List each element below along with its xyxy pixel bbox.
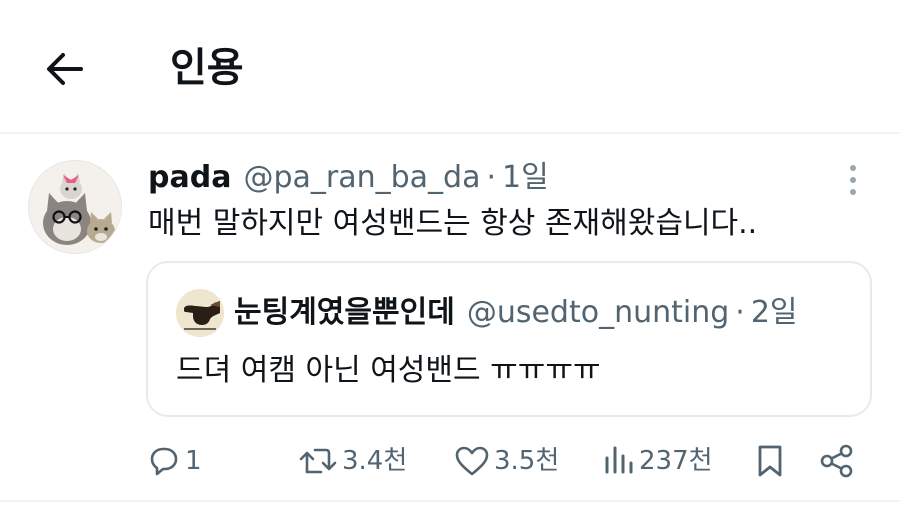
retweet-count: 3.4천 — [342, 446, 408, 476]
bookmark-icon — [758, 445, 782, 477]
bookmark-button[interactable] — [755, 436, 785, 486]
quoted-meta-separator: · — [735, 295, 745, 330]
author-handle[interactable]: @pa_ran_ba_da — [243, 158, 480, 198]
cat-avatar-icon — [29, 161, 121, 253]
tweet-text: 매번 말하지만 여성밴드는 항상 존재해왔습니다.. — [148, 206, 758, 241]
reply-button[interactable]: 1 — [147, 436, 202, 486]
quoted-author-display-name: 눈팅계였을뿐인데 — [234, 295, 455, 330]
meta-separator: · — [486, 160, 496, 195]
bottom-divider — [0, 500, 900, 502]
reply-count: 1 — [185, 446, 202, 476]
tweet-header: pada @pa_ran_ba_da · 1일 — [148, 158, 549, 198]
header-divider — [0, 132, 900, 134]
views-count: 237천 — [639, 446, 713, 476]
heart-icon — [455, 446, 489, 476]
user-avatar[interactable] — [28, 160, 122, 254]
share-button[interactable] — [819, 436, 855, 486]
top-bar: 인용 — [0, 0, 900, 133]
back-button[interactable] — [40, 44, 90, 94]
views-chart-icon — [605, 446, 633, 474]
more-vertical-icon-dot — [850, 189, 856, 195]
retweet-button[interactable]: 3.4천 — [298, 436, 407, 486]
like-button[interactable]: 3.5천 — [454, 436, 559, 486]
views-button[interactable]: 237천 — [603, 436, 713, 486]
quoted-tweet-text: 드뎌 여캠 아닌 여성밴드 ㅠㅠㅠㅠ — [176, 353, 601, 388]
share-icon — [820, 444, 853, 478]
pipe-painting-avatar-icon — [176, 289, 224, 337]
quoted-tweet-card[interactable]: 눈팅계였을뿐인데 @usedto_nunting · 2일 드뎌 여캠 아닌 여… — [146, 261, 872, 417]
quoted-tweet-timestamp: 2일 — [750, 295, 798, 330]
quoted-tweet-header: 눈팅계였을뿐인데 @usedto_nunting · 2일 — [234, 291, 798, 335]
like-count: 3.5천 — [494, 446, 560, 476]
quoted-author-handle: @usedto_nunting — [466, 295, 730, 330]
arrow-left-icon — [47, 53, 83, 85]
page-title: 인용 — [170, 45, 244, 91]
more-vertical-icon — [850, 165, 856, 171]
quoted-author-avatar[interactable] — [176, 289, 224, 337]
retweet-icon — [299, 448, 337, 474]
reply-icon — [150, 447, 178, 476]
tweet-action-bar: 1 3.4천 3.5천 237천 — [0, 436, 900, 486]
author-display-name[interactable]: pada — [148, 158, 231, 198]
tweet-timestamp[interactable]: 1일 — [502, 158, 549, 198]
more-options-button[interactable] — [838, 160, 868, 200]
more-vertical-icon-dot — [850, 177, 856, 183]
